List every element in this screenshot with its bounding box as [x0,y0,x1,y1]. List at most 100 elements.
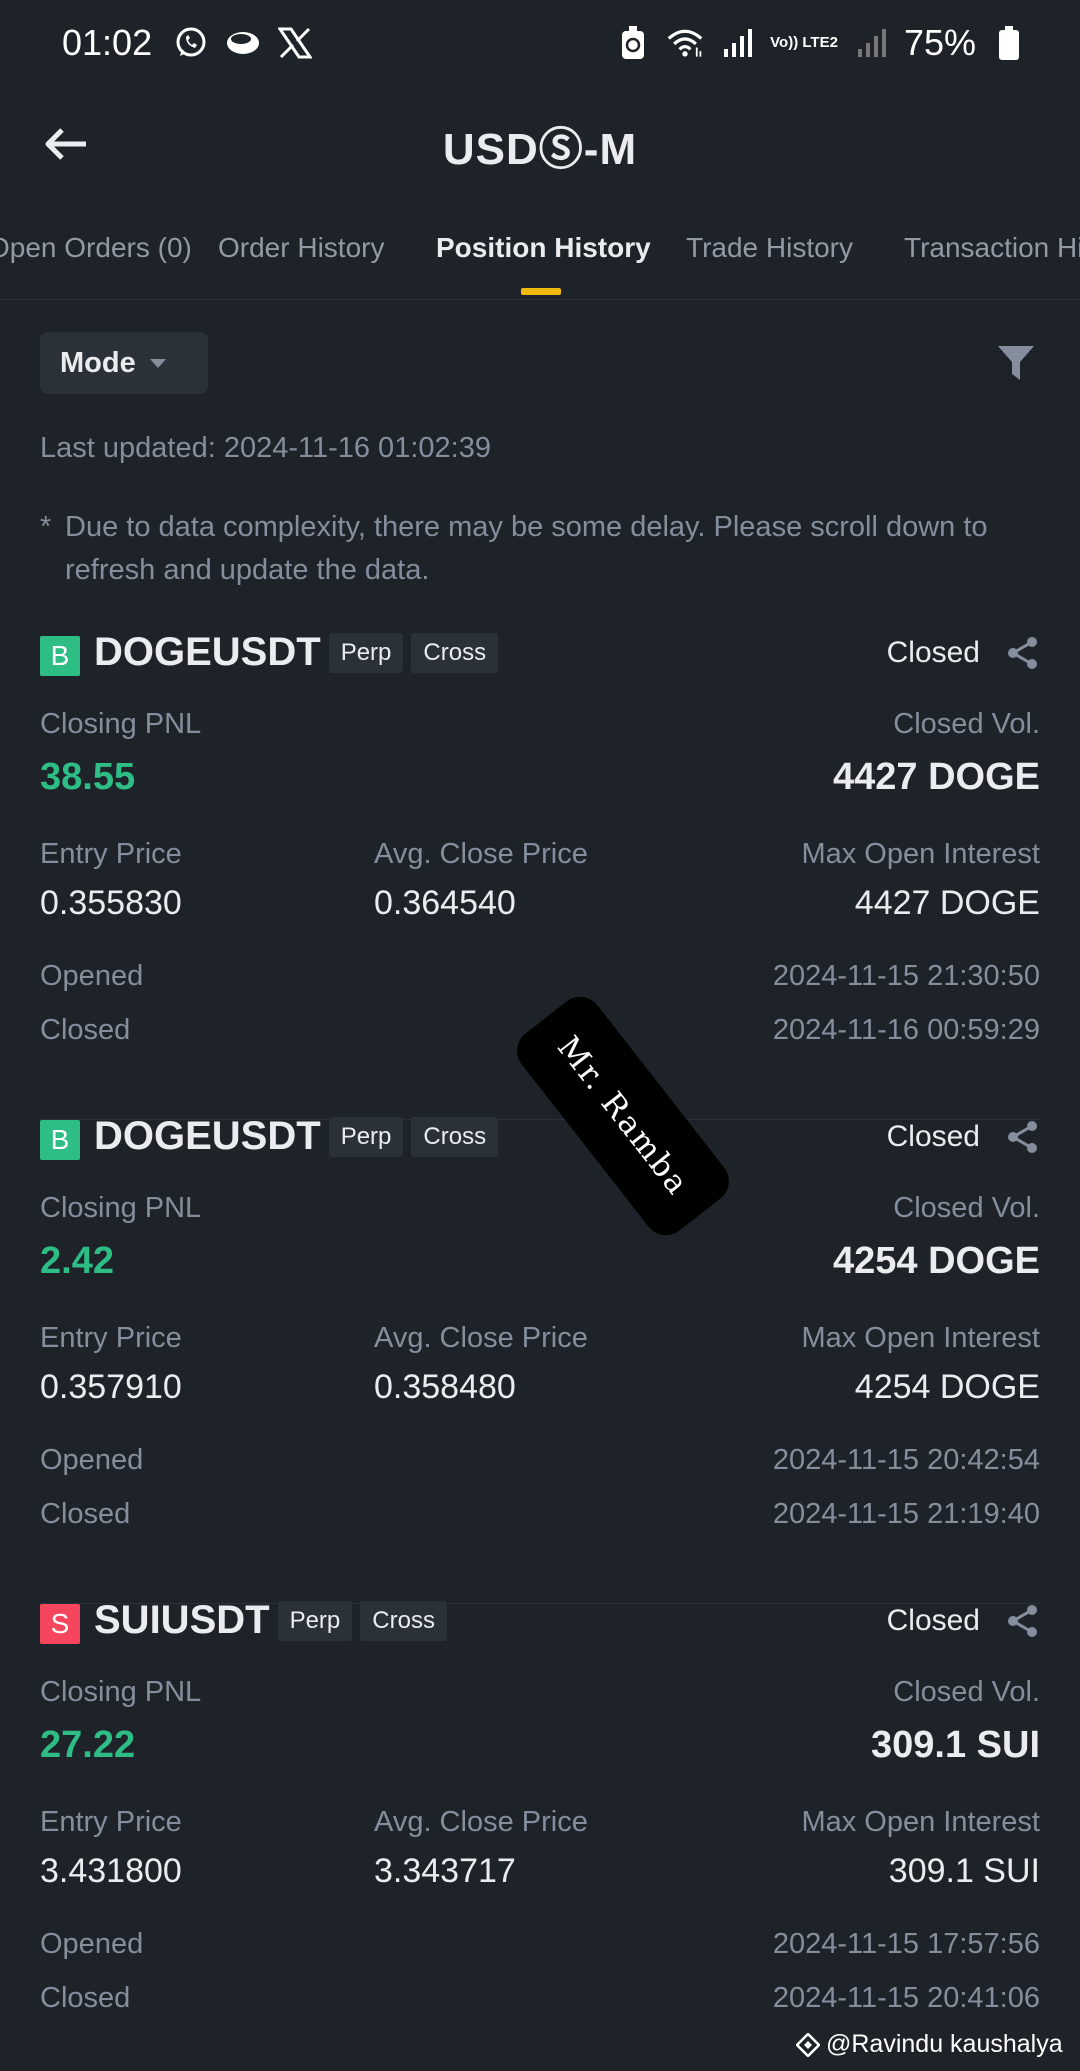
tab-position-history[interactable]: Position History [436,232,651,264]
avg-close-price-label: Avg. Close Price [374,838,588,870]
position-status: Closed [886,636,980,669]
symbol-row: SUIUSDT Perp Cross [94,1598,447,1643]
status-bar: 01:02 Vo)) LTE2 75% [0,0,1080,86]
funnel-icon [998,346,1034,380]
filter-button[interactable] [994,340,1038,384]
signal-icon-secondary [852,24,890,62]
entry-price-label: Entry Price [40,838,182,870]
closed-vol-value: 4427 DOGE [833,756,1040,798]
position-card[interactable]: B DOGEUSDT Perp Cross Closed Closing PNL… [40,1114,1040,1604]
tab-bar: Open Orders (0) Order History Position H… [0,222,1080,300]
closed-vol-label: Closed Vol. [893,1192,1040,1224]
symbol-row: DOGEUSDT Perp Cross [94,1114,499,1159]
tab-open-orders[interactable]: Open Orders (0) [0,232,192,264]
side-badge: B [40,636,80,676]
side-badge: B [40,1120,80,1160]
max-open-interest-value: 4254 DOGE [854,1368,1040,1406]
closed-time: 2024-11-16 00:59:29 [772,1014,1040,1046]
symbol-row: DOGEUSDT Perp Cross [94,630,499,675]
closing-pnl-label: Closing PNL [40,1676,202,1708]
entry-price-label: Entry Price [40,1806,182,1838]
recycle-icon [614,24,652,62]
avg-close-price-value: 0.364540 [374,884,516,922]
data-notice: * Due to data complexity, there may be s… [40,506,1040,592]
credit-text: @Ravindu kaushalya [826,2030,1063,2058]
page-title: USDⓈ-M [442,125,638,174]
opened-label: Opened [40,1444,144,1476]
wifi-icon [666,24,704,62]
share-icon[interactable] [1006,1604,1040,1638]
closed-vol-label: Closed Vol. [893,1676,1040,1708]
closing-pnl-value: 2.42 [40,1240,114,1282]
active-tab-indicator [521,288,561,295]
symbol: DOGEUSDT [94,1114,321,1158]
entry-price-value: 0.357910 [40,1368,182,1406]
closed-vol-label: Closed Vol. [893,708,1040,740]
symbol: SUIUSDT [94,1598,270,1642]
back-button[interactable] [40,118,92,170]
status-time: 01:02 [62,22,153,63]
closing-pnl-value: 38.55 [40,756,136,798]
closing-pnl-label: Closing PNL [40,708,202,740]
side-badge: S [40,1604,80,1644]
status-wrap: Closed [887,1604,1040,1638]
battery-icon [990,24,1028,62]
whatsapp-icon [172,24,210,62]
closed-vol-value: 4254 DOGE [833,1240,1040,1282]
closed-time: 2024-11-15 21:19:40 [772,1498,1040,1530]
max-open-interest-label: Max Open Interest [801,838,1040,870]
max-open-interest-value: 4427 DOGE [854,884,1040,922]
position-status: Closed [886,1120,980,1153]
tab-order-history[interactable]: Order History [218,232,384,264]
position-card[interactable]: S SUIUSDT Perp Cross Closed Closing PNL … [40,1598,1040,2071]
share-icon[interactable] [1006,1120,1040,1154]
arrow-left-icon [45,128,86,160]
opened-label: Opened [40,960,144,992]
status-wrap: Closed [887,1120,1040,1154]
status-bar-right: Vo)) LTE2 75% [614,22,1028,64]
battery-percent: 75% [903,22,976,63]
credit-watermark: @Ravindu kaushalya [796,2030,1063,2059]
opened-time: 2024-11-15 21:30:50 [772,960,1040,992]
closing-pnl-label: Closing PNL [40,1192,202,1224]
x-logo-icon [276,24,314,62]
tag-perp: Perp [277,1600,353,1641]
closed-label: Closed [40,1014,131,1046]
position-status: Closed [886,1604,980,1637]
last-updated: Last updated: 2024-11-16 01:02:39 [40,432,491,464]
mode-dropdown[interactable]: Mode [40,332,208,394]
status-bar-left: 01:02 [62,22,314,64]
tab-trade-history[interactable]: Trade History [686,232,853,264]
closed-time: 2024-11-15 20:41:06 [772,1982,1040,2014]
avg-close-price-label: Avg. Close Price [374,1806,588,1838]
avg-close-price-label: Avg. Close Price [374,1322,588,1354]
tag-perp: Perp [328,1116,404,1157]
max-open-interest-label: Max Open Interest [801,1806,1040,1838]
status-wrap: Closed [887,636,1040,670]
entry-price-value: 0.355830 [40,884,182,922]
entry-price-value: 3.431800 [40,1852,182,1890]
closing-pnl-value: 27.22 [40,1724,136,1766]
closed-label: Closed [40,1982,131,2014]
closed-label: Closed [40,1498,131,1530]
max-open-interest-label: Max Open Interest [801,1322,1040,1354]
cloud-icon [224,24,262,62]
diamond-logo-icon [796,2032,820,2057]
tab-transaction-history[interactable]: Transaction History [904,232,1080,264]
max-open-interest-value: 309.1 SUI [888,1852,1040,1890]
tag-perp: Perp [328,632,404,673]
share-icon[interactable] [1006,636,1040,670]
notice-text: Due to data complexity, there may be som… [65,511,988,586]
entry-price-label: Entry Price [40,1322,182,1354]
opened-time: 2024-11-15 17:57:56 [772,1928,1040,1960]
closed-vol-value: 309.1 SUI [871,1724,1040,1766]
header: USDⓈ-M [0,100,1080,190]
caret-down-icon [149,358,166,368]
tag-cross: Cross [411,632,499,673]
symbol: DOGEUSDT [94,630,321,674]
avg-close-price-value: 3.343717 [374,1852,516,1890]
mode-label: Mode [60,346,136,379]
tag-cross: Cross [411,1116,499,1157]
tag-cross: Cross [360,1600,447,1641]
signal-icon [718,24,756,62]
